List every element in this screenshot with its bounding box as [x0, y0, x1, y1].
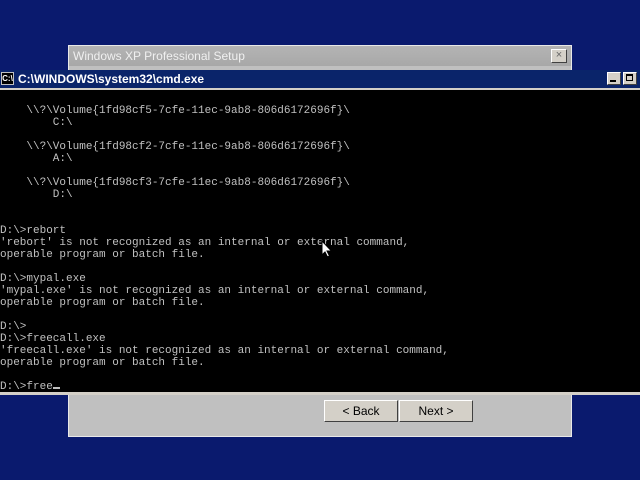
console-line: 'mypal.exe' is not recognized as an inte…	[0, 285, 430, 297]
setup-close-button[interactable]: ×	[551, 49, 567, 63]
console-line: 'rebort' is not recognized as an interna…	[0, 237, 410, 249]
back-button[interactable]: < Back	[324, 400, 398, 422]
console-line: operable program or batch file.	[0, 357, 205, 369]
minimize-button[interactable]	[607, 72, 621, 85]
cmd-title: C:\WINDOWS\system32\cmd.exe	[18, 72, 205, 86]
next-button[interactable]: Next >	[399, 400, 473, 422]
cmd-titlebar[interactable]: C:\ C:\WINDOWS\system32\cmd.exe	[0, 70, 640, 88]
console-line: C:\	[0, 117, 73, 129]
close-icon: ×	[555, 49, 563, 61]
console-output[interactable]: \\?\Volume{1fd98cf5-7cfe-11ec-9ab8-806d6…	[0, 90, 640, 392]
console-line: \\?\Volume{1fd98cf2-7cfe-11ec-9ab8-806d6…	[0, 141, 350, 153]
setup-titlebar: Windows XP Professional Setup ×	[69, 46, 571, 66]
cmd-icon[interactable]: C:\	[1, 72, 14, 85]
console-line: operable program or batch file.	[0, 249, 205, 261]
console-line: D:\>mypal.exe	[0, 273, 86, 285]
console-line: D:\>	[0, 321, 27, 333]
console-line: \\?\Volume{1fd98cf3-7cfe-11ec-9ab8-806d6…	[0, 177, 350, 189]
console-line: operable program or batch file.	[0, 297, 205, 309]
console-line: D:\>rebort	[0, 225, 67, 237]
maximize-button[interactable]	[623, 72, 637, 85]
cmd-window[interactable]: C:\ C:\WINDOWS\system32\cmd.exe \\?\Volu…	[0, 70, 640, 395]
text-cursor	[52, 387, 60, 389]
console-line: A:\	[0, 153, 73, 165]
console-text: \\?\Volume{1fd98cf5-7cfe-11ec-9ab8-806d6…	[0, 93, 449, 392]
mouse-pointer-icon	[321, 240, 333, 258]
console-line: D:\	[0, 189, 73, 201]
setup-title: Windows XP Professional Setup	[73, 49, 245, 63]
console-line: 'freecall.exe' is not recognized as an i…	[0, 345, 449, 357]
console-line: D:\>freecall.exe	[0, 333, 106, 345]
console-line: D:\>free	[0, 381, 53, 392]
console-line: \\?\Volume{1fd98cf5-7cfe-11ec-9ab8-806d6…	[0, 105, 350, 117]
